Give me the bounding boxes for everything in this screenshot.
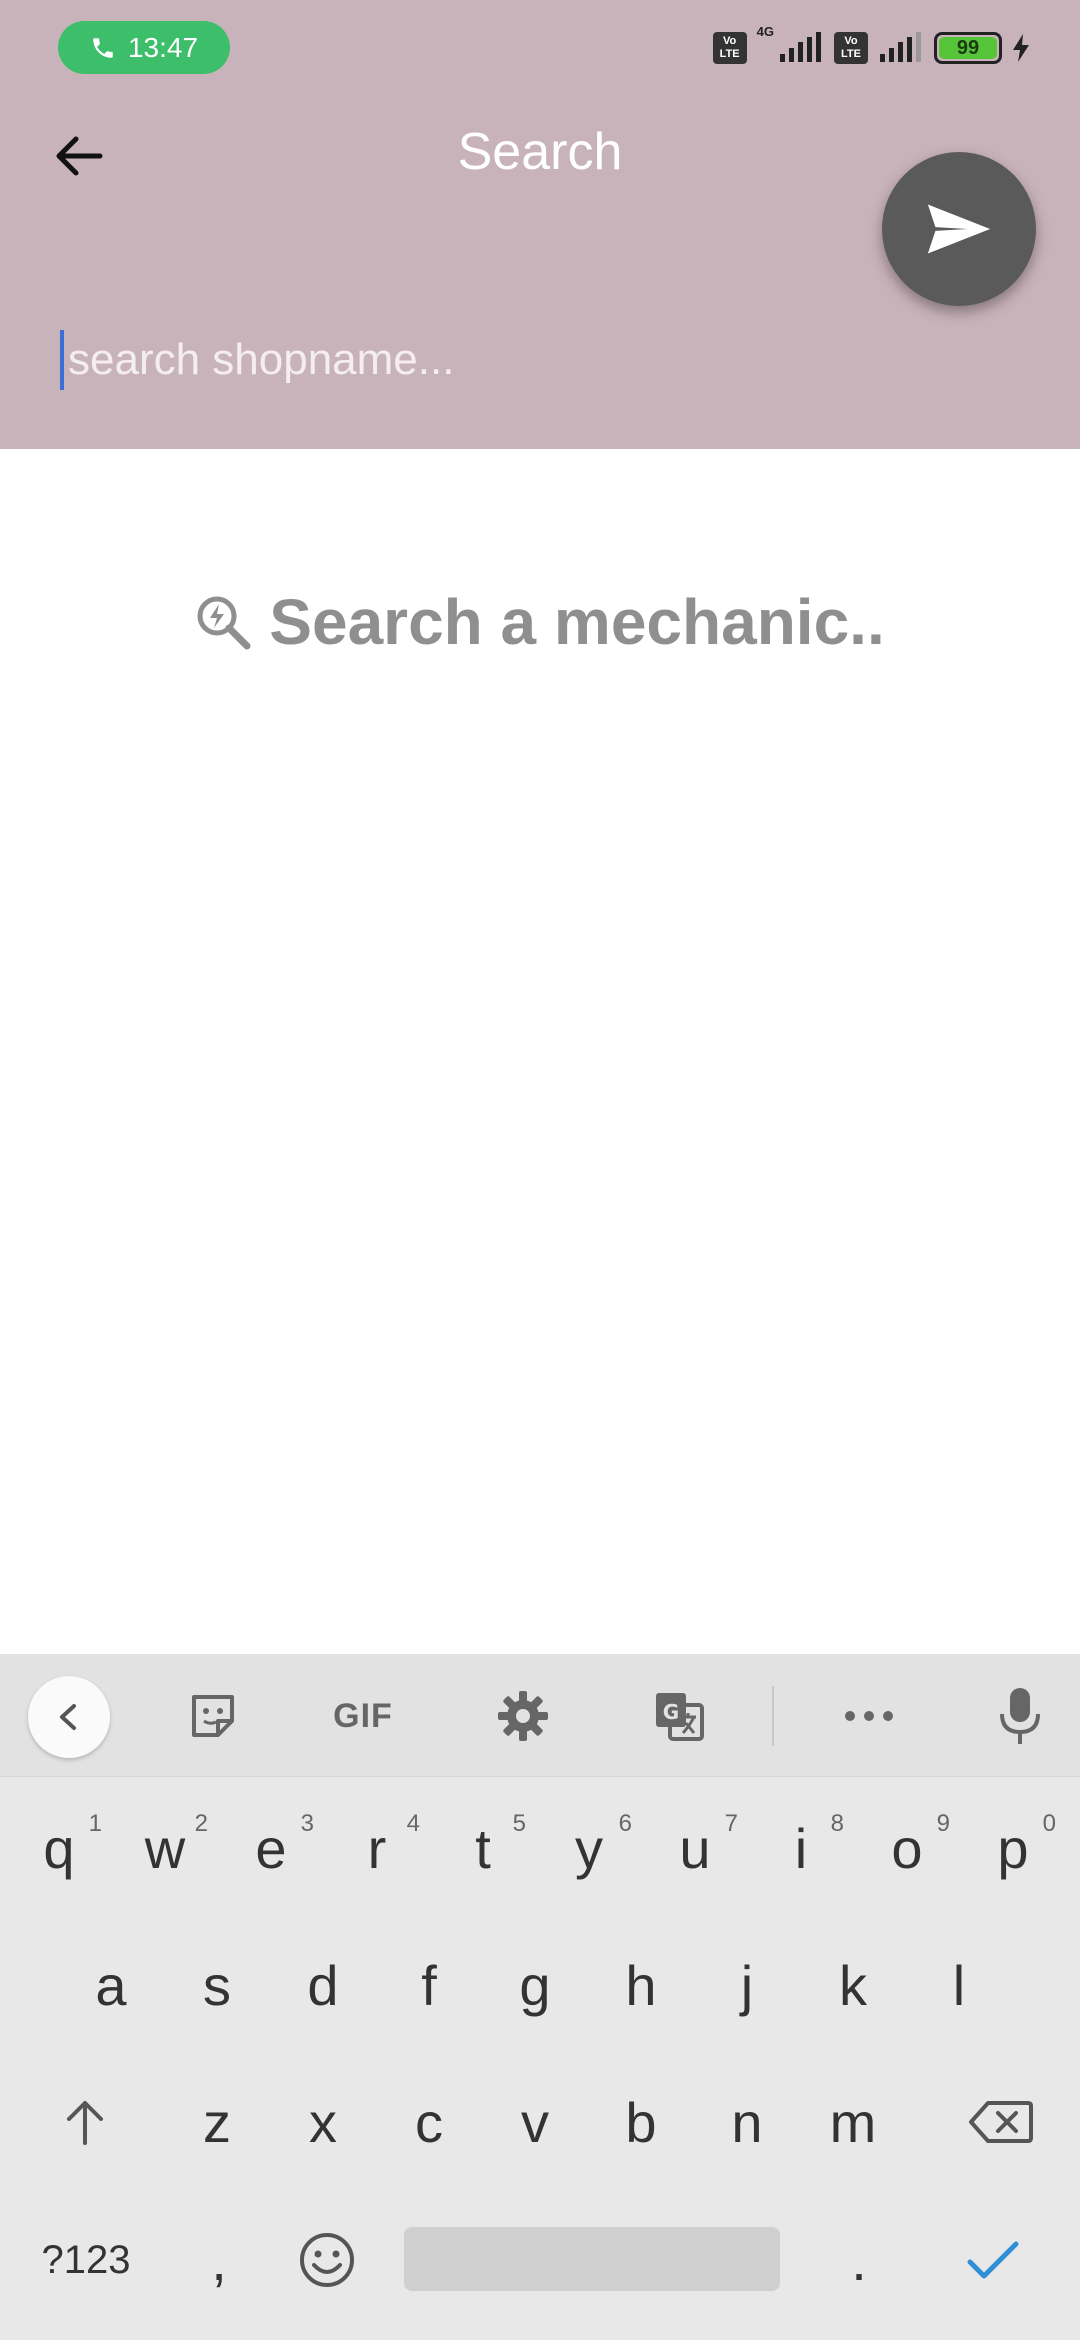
key-n[interactable]: n (698, 2062, 796, 2182)
shift-arrow-icon (67, 2101, 103, 2145)
empty-state-text: Search a mechanic.. (269, 586, 885, 658)
key-p[interactable]: p0 (964, 1788, 1062, 1908)
gear-icon (498, 1691, 548, 1741)
key-s[interactable]: s (168, 1925, 266, 2045)
key-hint: 0 (1042, 1810, 1056, 1837)
ongoing-call-pill[interactable]: 13:47 (58, 21, 230, 74)
key-f[interactable]: f (380, 1925, 478, 2045)
key-c[interactable]: c (380, 2062, 478, 2182)
key-y[interactable]: y6 (540, 1788, 638, 1908)
key-d[interactable]: d (274, 1925, 372, 2045)
more-horizontal-icon (845, 1711, 893, 1721)
keyboard-toolbar: GIF G (0, 1654, 1080, 1777)
key-label: u (679, 1816, 711, 1880)
key-g[interactable]: g (486, 1925, 584, 2045)
symbols-key[interactable]: ?123 (30, 2200, 142, 2320)
key-b[interactable]: b (592, 2062, 690, 2182)
gif-label: GIF (333, 1696, 393, 1735)
voice-input-button[interactable] (990, 1681, 1050, 1751)
key-label: p (997, 1816, 1029, 1880)
key-hint: 9 (936, 1810, 950, 1837)
key-hint: 1 (88, 1810, 102, 1837)
signal-icon-2 (880, 32, 921, 62)
period-key[interactable]: . (810, 2200, 908, 2320)
key-hint: 2 (194, 1810, 208, 1837)
key-label: o (891, 1816, 923, 1880)
checkmark-icon (967, 2241, 1019, 2279)
key-w[interactable]: w2 (116, 1788, 214, 1908)
key-hint: 3 (300, 1810, 314, 1837)
key-v[interactable]: v (486, 2062, 584, 2182)
sticker-button[interactable] (178, 1681, 248, 1751)
sticker-icon (192, 1695, 234, 1737)
key-q[interactable]: q1 (10, 1788, 108, 1908)
toolbar-divider (772, 1686, 774, 1746)
send-button[interactable] (882, 152, 1036, 306)
key-hint: 4 (406, 1810, 420, 1837)
key-e[interactable]: e3 (222, 1788, 320, 1908)
key-l[interactable]: l (910, 1925, 1008, 2045)
shift-key[interactable] (36, 2062, 134, 2182)
charging-icon (1013, 34, 1029, 62)
enter-key[interactable] (944, 2200, 1042, 2320)
gif-button[interactable]: GIF (318, 1681, 408, 1751)
key-label: t (475, 1816, 491, 1880)
key-a[interactable]: a (62, 1925, 160, 2045)
svg-text:G: G (663, 1700, 679, 1724)
key-label: e (255, 1816, 287, 1880)
key-j[interactable]: j (698, 1925, 796, 2045)
more-options-button[interactable] (834, 1681, 904, 1751)
key-hint: 8 (830, 1810, 844, 1837)
key-z[interactable]: z (168, 2062, 266, 2182)
volte-badge-2: Vo LTE (834, 32, 868, 64)
search-input[interactable] (60, 330, 868, 390)
keyboard-settings-button[interactable] (488, 1681, 558, 1751)
key-u[interactable]: u7 (646, 1788, 744, 1908)
key-label: y (575, 1816, 603, 1880)
translate-icon: G (656, 1693, 704, 1741)
key-label: q (43, 1816, 75, 1880)
signal-icon-1 (780, 32, 821, 62)
key-k[interactable]: k (804, 1925, 902, 2045)
key-h[interactable]: h (592, 1925, 690, 2045)
keyboard-collapse-button[interactable] (28, 1676, 110, 1758)
emoji-key[interactable] (278, 2200, 376, 2320)
key-hint: 7 (724, 1810, 738, 1837)
comma-key[interactable]: , (170, 2200, 268, 2320)
key-hint: 5 (512, 1810, 526, 1837)
call-time: 13:47 (127, 31, 199, 63)
key-m[interactable]: m (804, 2062, 902, 2182)
volte-badge-1: Vo LTE (712, 32, 747, 64)
translate-button[interactable]: G (644, 1681, 714, 1751)
search-mechanic-icon (197, 596, 251, 650)
space-key[interactable] (404, 2227, 780, 2291)
key-x[interactable]: x (274, 2062, 372, 2182)
key-label: r (367, 1816, 387, 1880)
key-r[interactable]: r4 (328, 1788, 426, 1908)
key-label: i (794, 1816, 808, 1880)
empty-state: Search a mechanic.. (0, 585, 1080, 659)
network-type: 4G (756, 24, 774, 39)
key-label: w (144, 1816, 186, 1880)
battery-icon: 99 (934, 32, 1002, 64)
key-t[interactable]: t5 (434, 1788, 532, 1908)
microphone-icon (1000, 1688, 1040, 1744)
chevron-left-icon (60, 1704, 76, 1730)
status-icons: Vo LTE 4G Vo LTE 99 (712, 24, 1030, 68)
key-hint: 6 (618, 1810, 632, 1837)
battery-level: 99 (956, 36, 980, 59)
send-icon (927, 204, 991, 254)
key-i[interactable]: i8 (752, 1788, 850, 1908)
backspace-key[interactable] (946, 2062, 1056, 2182)
emoji-icon (300, 2233, 354, 2287)
backspace-icon (969, 2101, 1033, 2143)
phone-icon (93, 37, 113, 58)
key-o[interactable]: o9 (858, 1788, 956, 1908)
